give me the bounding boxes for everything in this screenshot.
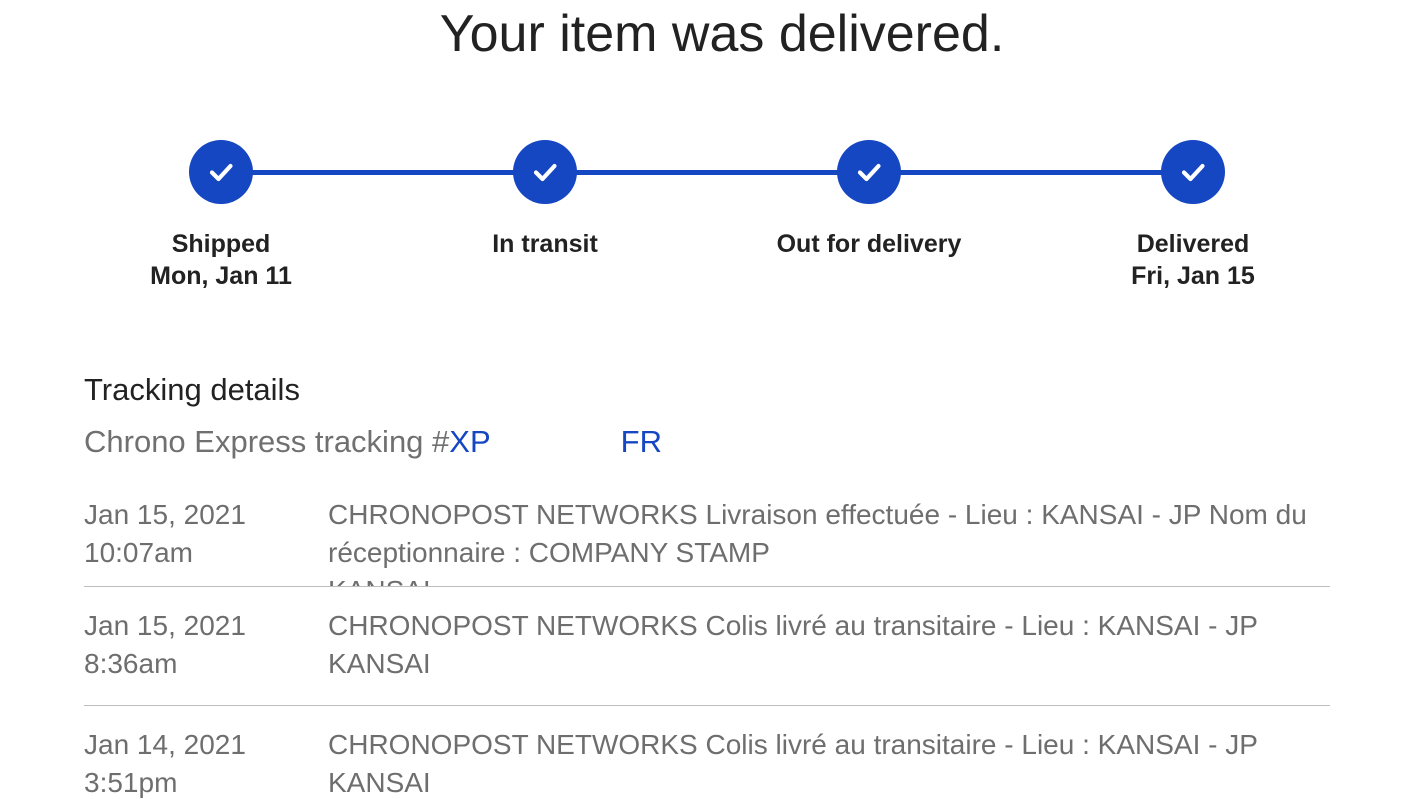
checkmark-icon <box>209 163 233 182</box>
checkmark-icon <box>533 163 557 182</box>
step-date: Mon, Jan 11 <box>150 262 292 290</box>
tracking-event-row: Jan 14, 2021 3:51pm CHRONOPOST NETWORKS … <box>84 706 1330 799</box>
event-description: CHRONOPOST NETWORKS Livraison effectuée … <box>328 496 1318 586</box>
event-description: CHRONOPOST NETWORKS Colis livré au trans… <box>328 726 1318 799</box>
step-complete-circle <box>189 140 253 204</box>
event-date: Jan 15, 2021 <box>84 610 246 641</box>
event-date: Jan 14, 2021 <box>84 729 246 760</box>
step-complete-circle <box>1161 140 1225 204</box>
delivery-progress-tracker: Shipped Mon, Jan 11 In transit Out for d… <box>0 140 1420 310</box>
delivery-status-page: Your item was delivered. Shipped Mon, Ja… <box>0 0 1420 799</box>
tracking-number-link[interactable]: XP FR <box>449 424 662 459</box>
tracking-number-end: FR <box>620 424 662 459</box>
redacted-tracking-digits <box>490 428 621 456</box>
step-delivered: Delivered Fri, Jan 15 <box>1063 140 1323 292</box>
event-location: KANSAI <box>328 648 431 679</box>
event-datetime: Jan 15, 2021 10:07am <box>84 496 304 572</box>
step-complete-circle <box>513 140 577 204</box>
event-location: KANSAI <box>328 767 431 798</box>
tracking-event-row: Jan 15, 2021 8:36am CHRONOPOST NETWORKS … <box>84 587 1330 706</box>
event-description: CHRONOPOST NETWORKS Colis livré au trans… <box>328 607 1318 683</box>
event-location: KANSAI <box>328 572 1318 586</box>
event-text: CHRONOPOST NETWORKS Colis livré au trans… <box>328 729 1258 760</box>
step-label: Delivered <box>1136 230 1250 258</box>
event-time: 3:51pm <box>84 767 178 798</box>
progress-line <box>221 170 1193 175</box>
tracking-events-list: Jan 15, 2021 10:07am CHRONOPOST NETWORKS… <box>84 494 1330 799</box>
event-time: 10:07am <box>84 537 193 568</box>
event-text: CHRONOPOST NETWORKS Livraison effectuée … <box>328 499 1307 568</box>
tracking-number-start: XP <box>449 424 491 459</box>
carrier-tracking-line: Chrono Express tracking #XP FR <box>84 424 662 460</box>
event-time: 8:36am <box>84 648 178 679</box>
event-datetime: Jan 14, 2021 3:51pm <box>84 726 304 799</box>
checkmark-icon <box>1181 163 1205 182</box>
tracking-event-row: Jan 15, 2021 10:07am CHRONOPOST NETWORKS… <box>84 494 1330 587</box>
page-title: Your item was delivered. <box>439 5 1005 63</box>
event-text: CHRONOPOST NETWORKS Colis livré au trans… <box>328 610 1258 641</box>
carrier-label: Chrono Express tracking # <box>84 424 450 459</box>
event-datetime: Jan 15, 2021 8:36am <box>84 607 304 683</box>
step-label: Shipped <box>171 230 271 258</box>
step-in-transit: In transit <box>415 140 675 260</box>
checkmark-icon <box>857 163 881 182</box>
step-complete-circle <box>837 140 901 204</box>
step-shipped: Shipped Mon, Jan 11 <box>91 140 351 292</box>
step-date: Fri, Jan 15 <box>1131 262 1255 290</box>
step-label: In transit <box>492 230 598 258</box>
step-out-for-delivery: Out for delivery <box>739 140 999 260</box>
tracking-details-heading: Tracking details <box>84 372 300 407</box>
step-label: Out for delivery <box>776 230 962 258</box>
event-date: Jan 15, 2021 <box>84 499 246 530</box>
